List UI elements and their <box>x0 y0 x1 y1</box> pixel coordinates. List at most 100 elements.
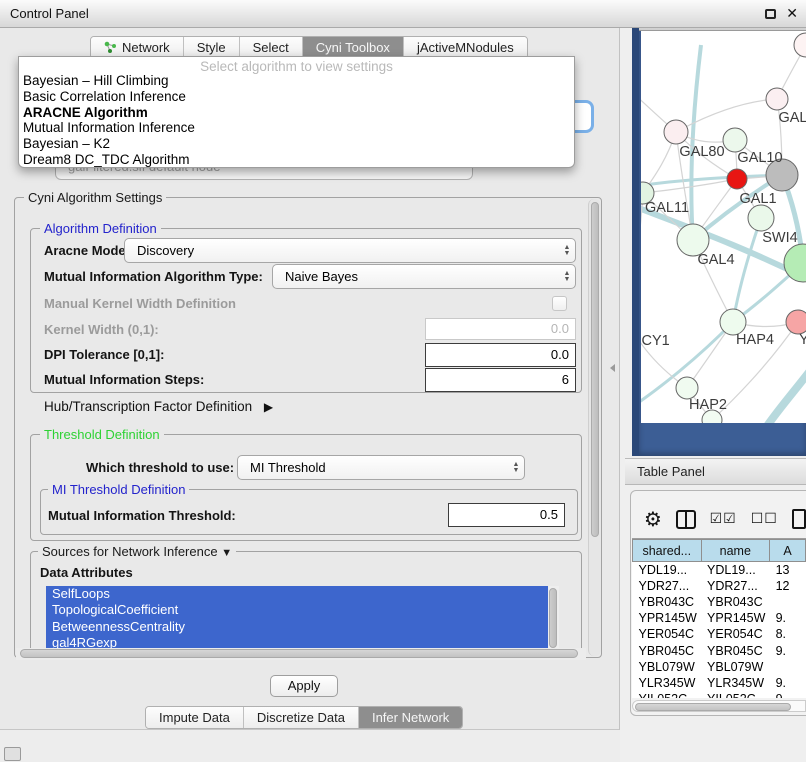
table-cell[interactable]: YBL079W <box>633 659 702 675</box>
table-row[interactable]: YBL079WYBL079W <box>633 659 806 675</box>
table-cell[interactable]: 8. <box>770 626 806 642</box>
table-column-header[interactable]: A <box>770 540 806 562</box>
table-hscrollbar-thumb[interactable] <box>635 703 791 711</box>
data-attributes-list[interactable]: SelfLoopsTopologicalCoefficientBetweenne… <box>46 586 548 657</box>
table-cell[interactable]: YBL079W <box>701 659 770 675</box>
mi-type-combo[interactable]: Naive Bayes ▲▼ <box>272 264 576 289</box>
table-cell[interactable] <box>770 659 806 675</box>
algorithm-option[interactable]: Bayesian – K2 <box>19 136 574 152</box>
table-row[interactable]: YDR27...YDR27...12 <box>633 578 806 594</box>
algorithm-option[interactable]: ARACNE Algorithm <box>19 105 574 121</box>
table-cell[interactable]: YBR043C <box>701 594 770 610</box>
network-edge[interactable] <box>733 218 761 322</box>
network-node[interactable] <box>794 33 806 57</box>
table-cell[interactable]: 13 <box>770 562 806 578</box>
hub-definition-toggle[interactable]: Hub/Transcription Factor Definition ▶ <box>44 399 273 414</box>
table-row[interactable]: YLR345WYLR345W9. <box>633 675 806 691</box>
dpi-tolerance-field[interactable]: 0.0 <box>425 343 576 367</box>
table-cell[interactable]: YDL19... <box>633 562 702 578</box>
table-cell[interactable] <box>770 594 806 610</box>
table-column-header[interactable]: shared... <box>633 540 702 562</box>
docked-window-icon[interactable] <box>4 747 21 761</box>
apply-button[interactable]: Apply <box>270 675 338 697</box>
network-edge[interactable] <box>676 99 777 132</box>
algorithm-option[interactable]: Dream8 DC_TDC Algorithm <box>19 152 574 168</box>
network-node[interactable] <box>786 310 806 334</box>
mi-threshold-field[interactable]: 0.5 <box>448 503 565 527</box>
network-node[interactable] <box>723 128 747 152</box>
table-cell[interactable]: YDL19... <box>701 562 770 578</box>
columns-icon[interactable] <box>676 510 696 529</box>
settings-hscrollbar-thumb[interactable] <box>20 649 578 658</box>
table-cell[interactable]: YDR27... <box>701 578 770 594</box>
table-cell[interactable]: YPR145W <box>633 610 702 626</box>
table-row[interactable]: YIL052CYIL052C9. <box>633 691 806 698</box>
attributes-vscrollbar-track[interactable] <box>548 586 559 657</box>
sources-group-title[interactable]: Sources for Network Inference ▼ <box>38 544 236 559</box>
table-cell[interactable]: 12 <box>770 578 806 594</box>
network-canvas[interactable]: GALGAL80GAL10GAL1SWI4GAL11GAL4GCY1HAP4YH… <box>641 31 806 423</box>
network-edge[interactable] <box>691 45 701 240</box>
data-attribute-item[interactable]: BetweennessCentrality <box>46 619 548 635</box>
table-cell[interactable]: YPR145W <box>701 610 770 626</box>
table-cell[interactable]: YBR045C <box>633 642 702 658</box>
table-hscrollbar-track[interactable] <box>632 700 806 712</box>
table-cell[interactable]: 9. <box>770 675 806 691</box>
table-cell[interactable]: YER054C <box>633 626 702 642</box>
table-row[interactable]: YDL19...YDL19...13 <box>633 562 806 578</box>
table-cell[interactable]: YBR043C <box>633 594 702 610</box>
algorithm-option[interactable]: Mutual Information Inference <box>19 120 574 136</box>
float-window-icon[interactable] <box>765 9 776 19</box>
network-node[interactable] <box>676 377 698 399</box>
tab-discretize-data[interactable]: Discretize Data <box>244 707 359 728</box>
node-attribute-table[interactable]: shared...nameA YDL19...YDL19...13YDR27..… <box>632 538 806 698</box>
tab-jactivemnodules[interactable]: jActiveMNodules <box>404 37 527 58</box>
control-panel-titlebar[interactable] <box>0 0 806 28</box>
settings-vscrollbar-thumb[interactable] <box>591 202 599 537</box>
table-row[interactable]: YER054CYER054C8. <box>633 626 806 642</box>
table-cell[interactable]: YIL052C <box>701 691 770 698</box>
table-cell[interactable]: YLR345W <box>701 675 770 691</box>
network-edge[interactable] <box>765 367 806 423</box>
table-row[interactable]: YBR045CYBR045C9. <box>633 642 806 658</box>
table-cell[interactable]: YIL052C <box>633 691 702 698</box>
table-cell[interactable]: 9. <box>770 691 806 698</box>
tab-impute-data[interactable]: Impute Data <box>146 707 244 728</box>
network-node[interactable] <box>748 205 774 231</box>
network-node[interactable] <box>664 120 688 144</box>
which-threshold-combo[interactable]: MI Threshold ▲▼ <box>237 455 525 480</box>
table-column-header[interactable]: name <box>701 540 770 562</box>
table-row[interactable]: YPR145WYPR145W9. <box>633 610 806 626</box>
tab-select[interactable]: Select <box>240 37 303 58</box>
select-all-icon[interactable]: ☑☑ <box>710 511 737 527</box>
table-cell[interactable]: 9. <box>770 610 806 626</box>
data-attribute-item[interactable]: SelfLoops <box>46 586 548 602</box>
table-cell[interactable]: YDR27... <box>633 578 702 594</box>
kernel-width-field[interactable]: 0.0 <box>425 318 576 340</box>
close-icon[interactable]: ✕ <box>786 5 798 22</box>
network-node[interactable] <box>727 169 747 189</box>
tab-style[interactable]: Style <box>184 37 240 58</box>
settings-hscrollbar-track[interactable] <box>16 648 586 660</box>
deselect-all-icon[interactable]: ☐☐ <box>751 511 778 527</box>
table-cell[interactable]: YBR045C <box>701 642 770 658</box>
table-cell[interactable]: 9. <box>770 642 806 658</box>
network-node[interactable] <box>766 88 788 110</box>
tab-cyni-toolbox[interactable]: Cyni Toolbox <box>303 37 404 58</box>
table-row[interactable]: YBR043CYBR043C <box>633 594 806 610</box>
settings-vscrollbar-track[interactable] <box>588 199 601 656</box>
splitter-collapse-handle[interactable] <box>610 364 615 372</box>
attributes-vscrollbar-thumb[interactable] <box>549 588 557 648</box>
tab-infer-network[interactable]: Infer Network <box>359 707 462 728</box>
algorithm-option[interactable]: Bayesian – Hill Climbing <box>19 73 574 89</box>
manual-kernel-checkbox[interactable] <box>552 296 567 311</box>
tab-network[interactable]: Network <box>91 37 184 58</box>
table-cell[interactable]: YLR345W <box>633 675 702 691</box>
gear-icon[interactable]: ⚙ <box>644 507 662 531</box>
data-attribute-item[interactable]: TopologicalCoefficient <box>46 602 548 618</box>
document-icon[interactable] <box>792 509 806 529</box>
algorithm-option[interactable]: Basic Correlation Inference <box>19 89 574 105</box>
aracne-mode-combo[interactable]: Discovery ▲▼ <box>124 238 576 263</box>
table-cell[interactable]: YER054C <box>701 626 770 642</box>
mi-steps-field[interactable]: 6 <box>425 368 576 392</box>
